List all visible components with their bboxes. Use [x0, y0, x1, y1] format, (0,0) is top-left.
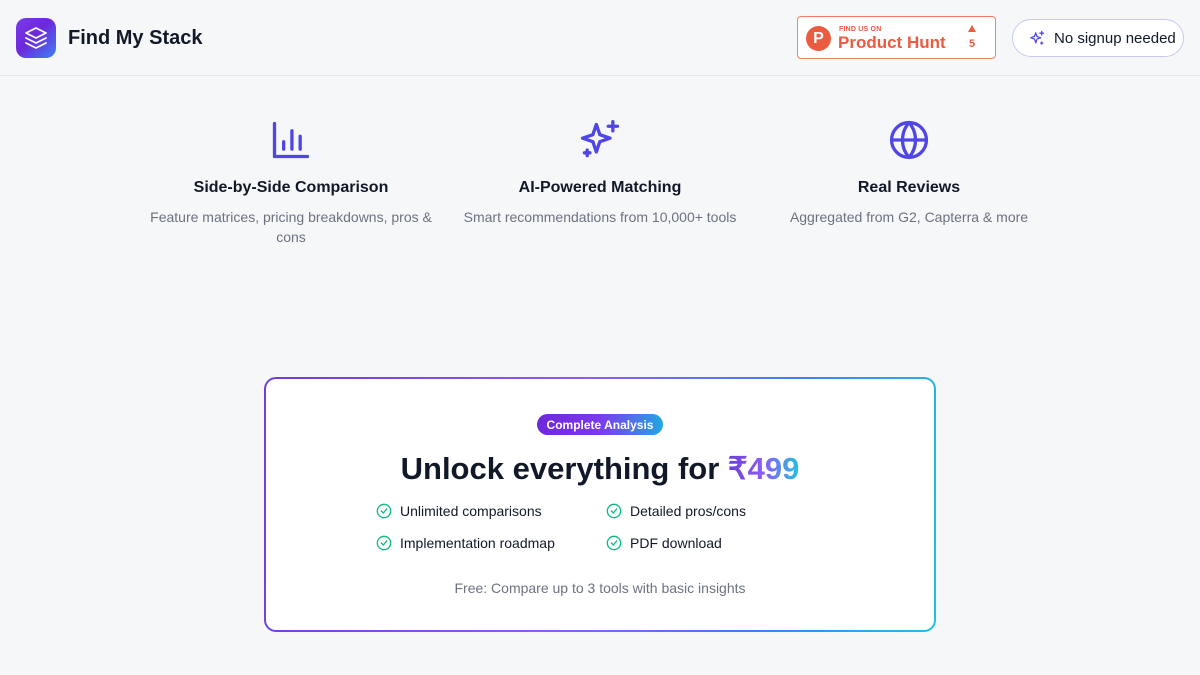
sparkles-icon	[580, 120, 620, 158]
pricing-headline: Unlock everything for ₹499	[266, 451, 934, 487]
product-hunt-name: Product Hunt	[838, 33, 946, 52]
feature-description: Feature matrices, pricing breakdowns, pr…	[150, 209, 432, 245]
check-circle-icon	[376, 503, 392, 519]
benefit-item: Unlimited comparisons	[376, 503, 542, 519]
top-header: Find My Stack P FIND US ON Product Hunt …	[0, 0, 1200, 76]
feature-description: Aggregated from G2, Capterra & more	[789, 209, 1029, 225]
benefit-label: PDF download	[630, 535, 722, 551]
check-circle-icon	[606, 535, 622, 551]
check-circle-icon	[606, 503, 622, 519]
benefit-label: Implementation roadmap	[400, 535, 555, 551]
app-logo[interactable]	[16, 18, 56, 58]
globe-icon	[889, 120, 929, 160]
bar-chart-icon	[272, 121, 310, 159]
benefit-item: Detailed pros/cons	[606, 503, 746, 519]
product-hunt-logo-icon: P	[806, 26, 831, 51]
benefit-label: Detailed pros/cons	[630, 503, 746, 519]
price: ₹499	[727, 451, 800, 486]
benefit-item: PDF download	[606, 535, 722, 551]
brand-name[interactable]: Find My Stack	[68, 27, 202, 50]
no-signup-button[interactable]: No signup needed	[1012, 19, 1184, 57]
upvote-arrow-icon	[968, 25, 976, 32]
layers-icon	[25, 27, 47, 49]
sparkles-icon	[1030, 30, 1045, 45]
feature-title: AI-Powered Matching	[518, 179, 682, 196]
feature-real-reviews: Real Reviews Aggregated from G2, Capterr…	[764, 118, 1054, 227]
feature-description: Smart recommendations from 10,000+ tools	[463, 209, 737, 225]
complete-analysis-badge: Complete Analysis	[537, 414, 663, 435]
product-hunt-small-text: FIND US ON	[839, 26, 882, 33]
benefit-label: Unlimited comparisons	[400, 503, 542, 519]
feature-ai-matching: AI-Powered Matching Smart recommendation…	[455, 118, 745, 227]
check-circle-icon	[376, 535, 392, 551]
upvote-count: 5	[968, 38, 976, 50]
pricing-card[interactable]: Complete Analysis Unlock everything for …	[264, 377, 936, 632]
free-tier-note: Free: Compare up to 3 tools with basic i…	[454, 580, 746, 596]
feature-title: Side-by-Side Comparison	[193, 179, 389, 196]
no-signup-label: No signup needed	[1054, 29, 1176, 47]
feature-title: Real Reviews	[857, 179, 961, 196]
headline-text: Unlock everything for	[400, 451, 728, 486]
feature-comparison: Side-by-Side Comparison Feature matrices…	[146, 118, 436, 247]
benefit-item: Implementation roadmap	[376, 535, 555, 551]
product-hunt-badge[interactable]: P FIND US ON Product Hunt 5	[797, 16, 996, 59]
